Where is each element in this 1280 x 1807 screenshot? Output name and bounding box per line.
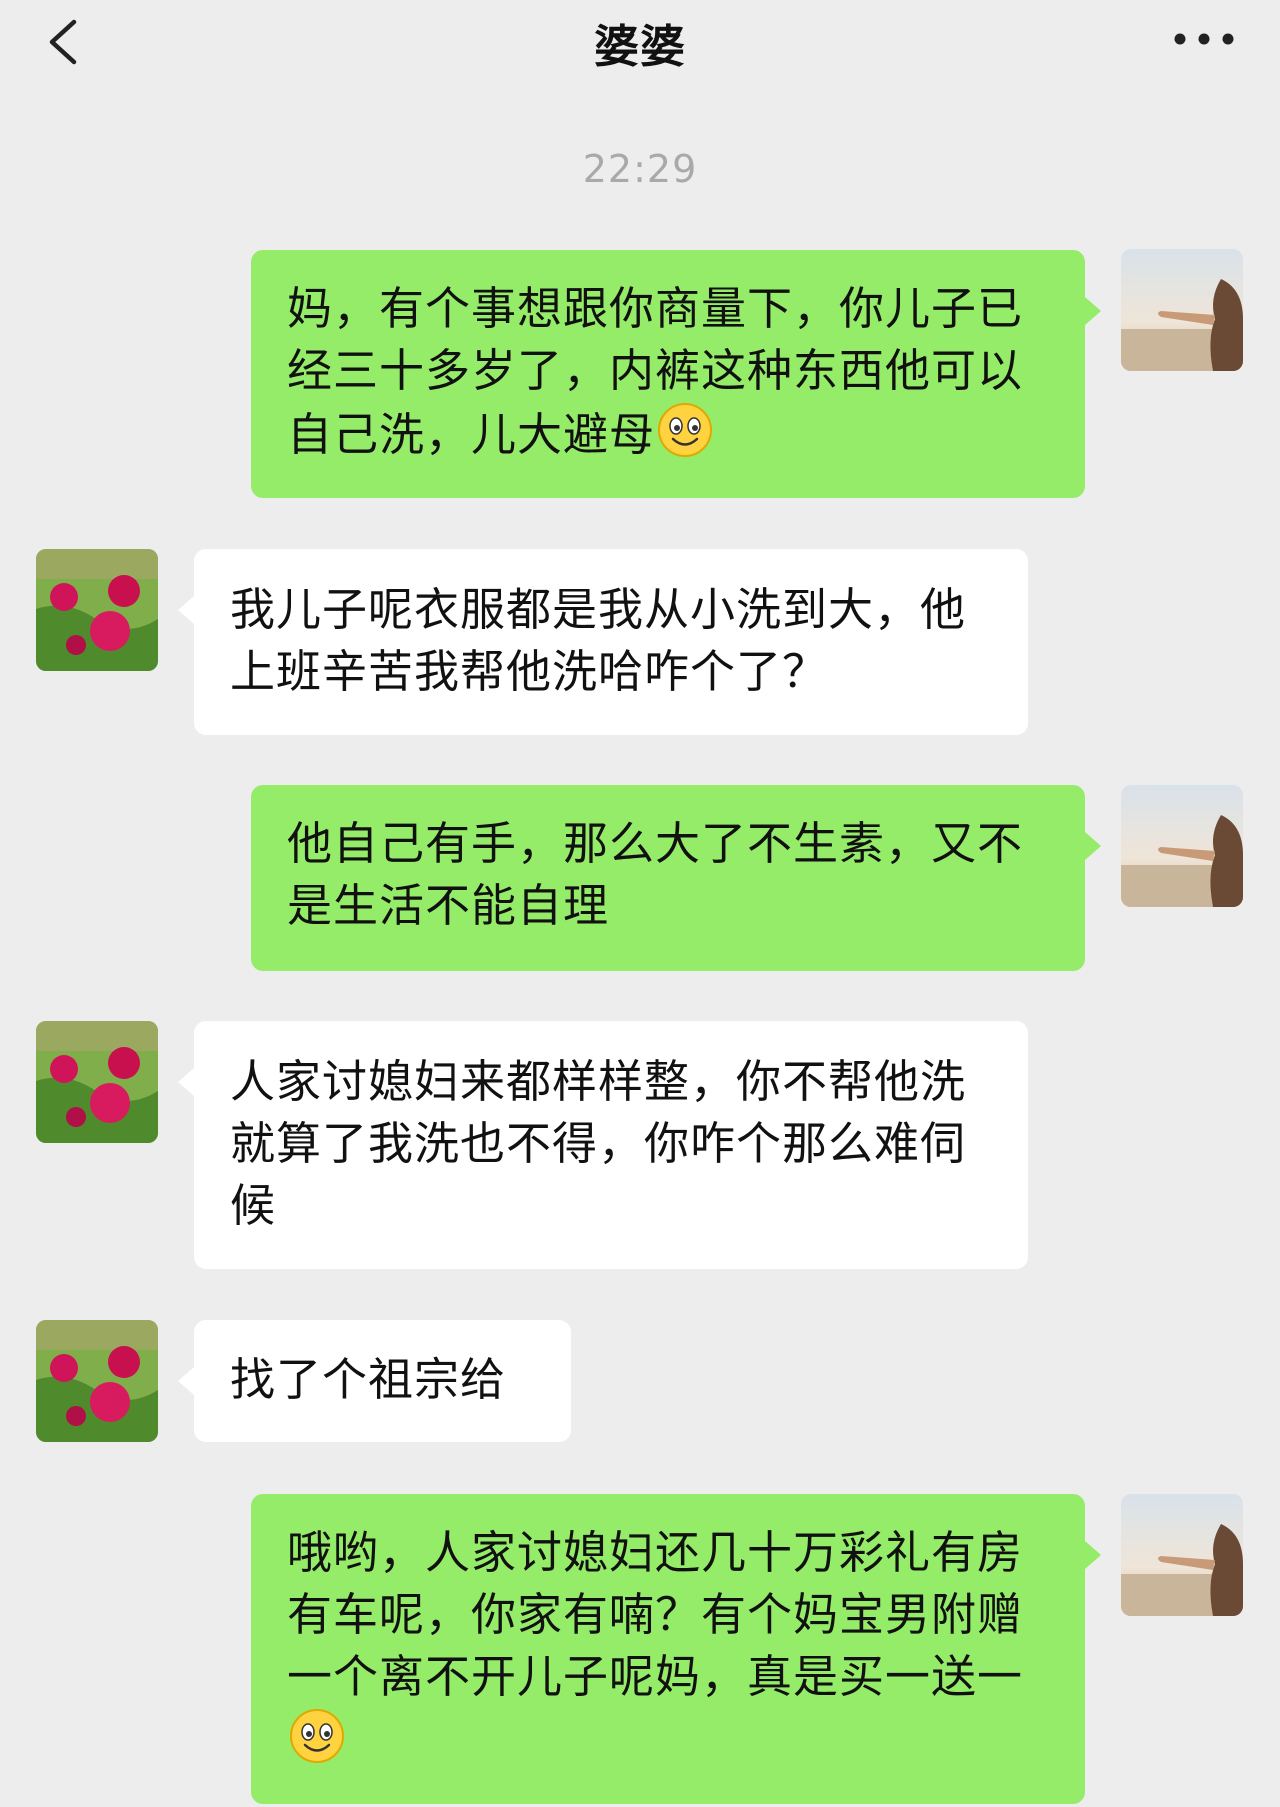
message-text: 找了个祖宗给 [230,1353,507,1406]
avatar-image [1121,1494,1243,1616]
mother-in-law-avatar[interactable] [36,1320,158,1442]
mother-in-law-avatar[interactable] [36,549,158,671]
chat-header: 婆婆 [0,0,1280,88]
sent-message-bubble[interactable]: 他自己有手，那么大了不生素，又不是生活不能自理 [251,785,1085,971]
smile-emoji [658,403,713,457]
avatar-image [36,1320,158,1442]
avatar-image [36,1021,158,1143]
sent-message-bubble[interactable]: 哦哟，人家讨媳妇还几十万彩礼有房有车呢，你家有喃？有个妈宝男附赠一个离不开儿子呢… [251,1494,1085,1804]
bubble-tail [178,596,194,624]
received-message-bubble[interactable]: 找了个祖宗给 [194,1320,571,1442]
bubble-tail [1085,297,1101,325]
message-text: 我儿子呢衣服都是我从小洗到大，他上班辛苦我帮他洗哈咋个了？ [230,583,967,698]
received-message-bubble[interactable]: 我儿子呢衣服都是我从小洗到大，他上班辛苦我帮他洗哈咋个了？ [194,549,1028,735]
message-text: 妈，有个事想跟你商量下，你儿子已经三十多岁了，内裤这种东西他可以自己洗，儿大避母 [287,282,1024,461]
smile-emoji [290,1709,344,1763]
sent-message-bubble[interactable]: 妈，有个事想跟你商量下，你儿子已经三十多岁了，内裤这种东西他可以自己洗，儿大避母 [251,250,1085,498]
avatar-image [1121,249,1243,371]
my-avatar[interactable] [1121,249,1243,371]
avatar-image [36,549,158,671]
more-horizontal-icon[interactable] [1170,22,1238,56]
bubble-tail [178,1068,194,1096]
mother-in-law-avatar[interactable] [36,1021,158,1143]
chat-title: 婆婆 [593,20,686,73]
my-avatar[interactable] [1121,785,1243,907]
message-timestamp: 22:29 [582,147,698,191]
avatar-image [1121,785,1243,907]
message-text: 他自己有手，那么大了不生素，又不是生活不能自理 [287,817,1024,932]
bubble-tail [1085,832,1101,860]
bubble-tail [1085,1541,1101,1569]
message-text: 哦哟，人家讨媳妇还几十万彩礼有房有车呢，你家有喃？有个妈宝男附赠一个离不开儿子呢… [287,1526,1024,1703]
bubble-tail [178,1367,194,1395]
received-message-bubble[interactable]: 人家讨媳妇来都样样整，你不帮他洗就算了我洗也不得，你咋个那么难伺候 [194,1021,1028,1269]
message-text: 人家讨媳妇来都样样整，你不帮他洗就算了我洗也不得，你咋个那么难伺候 [230,1055,967,1232]
my-avatar[interactable] [1121,1494,1243,1616]
